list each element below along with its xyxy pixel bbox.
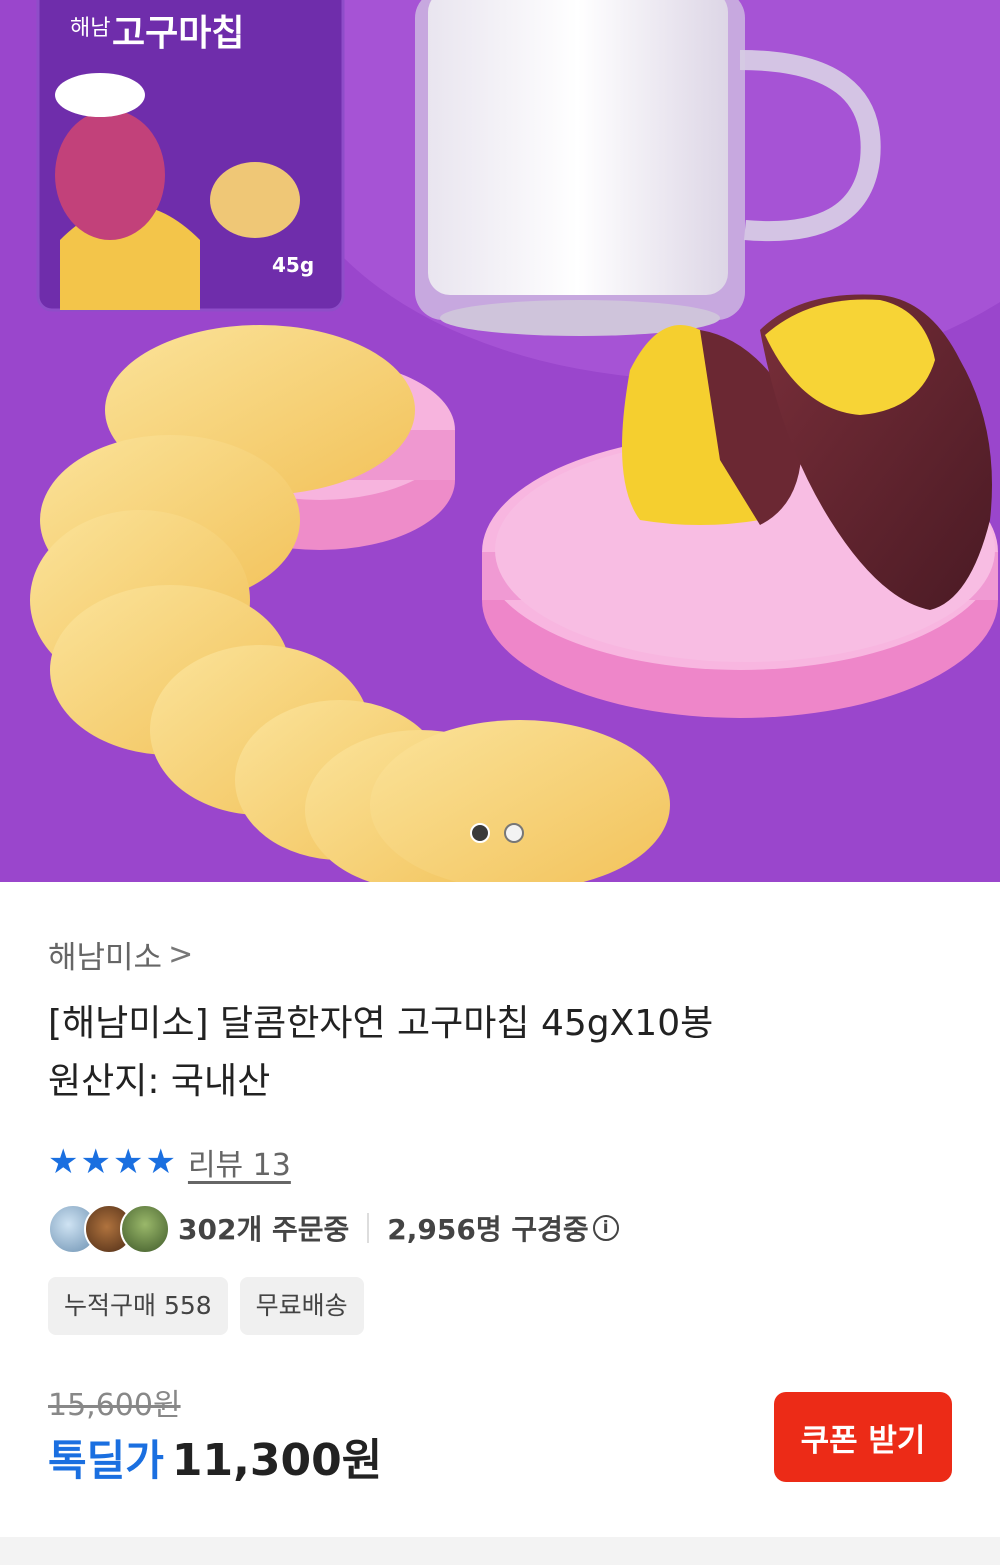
package-brand-text: 해남 (70, 16, 110, 41)
star-icon: ★ (80, 1142, 111, 1182)
order-count: 302개 주문중 (178, 1213, 350, 1246)
divider (367, 1213, 370, 1243)
deal-price: 11,300원 (171, 1435, 383, 1486)
star-icon: ★ (48, 1142, 79, 1182)
product-title-block: [해남미소] 달콤한자연 고구마칩 45gX10봉 원산지: 국내산 (48, 995, 948, 1111)
cumulative-purchase-badge: 누적구매 558 (48, 1277, 228, 1335)
seller-name: 해남미소 (48, 940, 163, 976)
deal-price-row: 톡딜가 11,300원 (48, 1424, 382, 1488)
badge-list: 누적구매 558 무료배송 (48, 1277, 364, 1335)
seller-link[interactable]: 해남미소 > (48, 932, 193, 977)
original-price: 15,600원 (48, 1388, 181, 1423)
buyer-avatars (48, 1204, 170, 1254)
product-image-carousel[interactable]: 해남 고구마칩 45g (0, 0, 1000, 882)
info-icon[interactable]: i (592, 1215, 619, 1241)
carousel-dot[interactable] (504, 823, 524, 843)
section-divider (0, 1537, 1000, 1565)
carousel-dot-active[interactable] (470, 823, 490, 843)
social-proof-row: 302개 주문중 2,956명 구경중 i (48, 1204, 619, 1254)
get-coupon-button[interactable]: 쿠폰 받기 (774, 1392, 952, 1482)
chevron-right-icon: > (168, 937, 194, 972)
star-icon: ★ (112, 1142, 144, 1182)
deal-label: 톡딜가 (48, 1436, 164, 1485)
review-count-link[interactable]: 리뷰 13 (188, 1140, 291, 1184)
viewer-count: 2,956명 구경중 (387, 1213, 589, 1246)
star-icon: ★ (145, 1142, 176, 1182)
product-title: [해남미소] 달콤한자연 고구마칩 45gX10봉 (48, 1003, 714, 1044)
star-rating: ★ ★ ★ ★ (48, 1143, 176, 1181)
avatar (120, 1204, 170, 1254)
package-weight-text: 45g (272, 253, 314, 277)
package-title-text: 고구마칩 (112, 13, 244, 54)
carousel-indicator (470, 823, 524, 843)
product-photo: 해남 고구마칩 45g (0, 0, 1000, 882)
rating-row: ★ ★ ★ ★ 리뷰 13 (48, 1140, 291, 1184)
free-shipping-badge: 무료배송 (239, 1277, 364, 1335)
product-origin: 원산지: 국내산 (48, 1061, 271, 1102)
